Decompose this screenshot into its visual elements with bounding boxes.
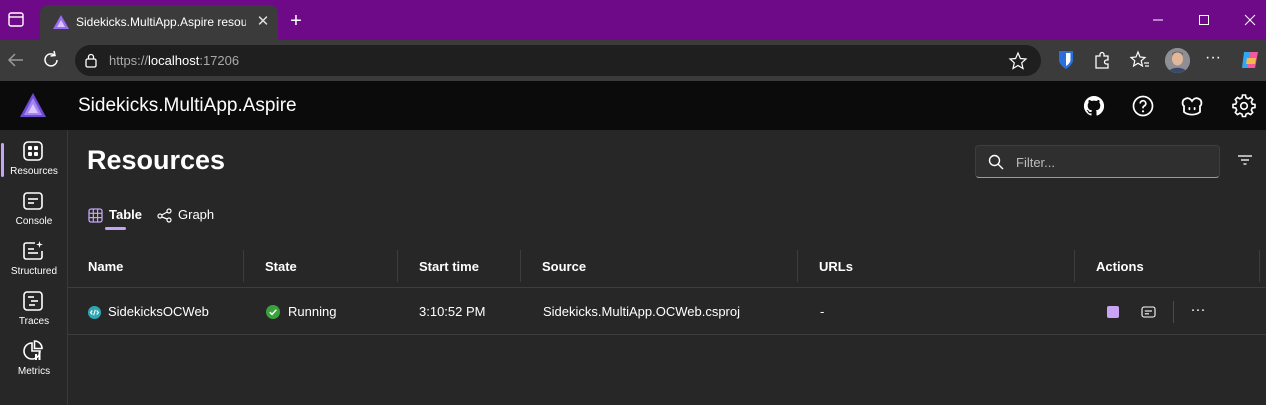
tab-graph[interactable]: Graph bbox=[157, 205, 221, 231]
aspire-favicon-icon bbox=[53, 15, 69, 29]
profile-photo-icon bbox=[1165, 48, 1190, 73]
column-resize-handle[interactable] bbox=[520, 250, 521, 282]
column-header-state[interactable]: State bbox=[265, 250, 297, 282]
tab-title: Sidekicks.MultiApp.Aspire resources bbox=[76, 15, 246, 29]
active-tab-indicator bbox=[105, 227, 126, 230]
project-resource-icon bbox=[88, 306, 101, 319]
minimize-icon[interactable] bbox=[1146, 8, 1170, 32]
table-row[interactable]: SidekicksOCWeb Running 3:10:52 PM Sideki… bbox=[68, 289, 1266, 335]
tab-table-label: Table bbox=[109, 207, 142, 222]
copilot-icon[interactable] bbox=[1238, 48, 1262, 72]
column-resize-handle[interactable] bbox=[243, 250, 244, 282]
nav-label-structured: Structured bbox=[10, 266, 58, 277]
nav-item-resources[interactable]: Resources bbox=[0, 135, 68, 185]
url-host: localhost bbox=[148, 53, 200, 68]
column-resize-handle[interactable] bbox=[797, 250, 798, 282]
browser-toolbar: https://localhost:17206 ··· bbox=[0, 40, 1266, 81]
graph-icon bbox=[157, 208, 172, 223]
column-resize-handle[interactable] bbox=[1259, 250, 1260, 282]
address-bar[interactable]: https://localhost:17206 bbox=[75, 45, 1041, 76]
github-copilot-icon[interactable] bbox=[1180, 94, 1204, 118]
column-header-actions: Actions bbox=[1096, 259, 1144, 274]
github-icon[interactable] bbox=[1082, 94, 1106, 118]
nav-item-console[interactable]: Console bbox=[0, 185, 68, 235]
column-resize-handle[interactable] bbox=[397, 250, 398, 282]
reload-icon[interactable] bbox=[40, 49, 62, 71]
resource-name[interactable]: SidekicksOCWeb bbox=[108, 304, 209, 319]
tab-graph-label: Graph bbox=[178, 207, 215, 222]
grid-header: Name State Start time Source URLs Action… bbox=[68, 250, 1266, 288]
browser-menu-button[interactable]: ··· bbox=[1201, 48, 1225, 72]
stop-resource-button[interactable] bbox=[1107, 306, 1119, 318]
column-header-source[interactable]: Source bbox=[542, 250, 586, 282]
metrics-icon bbox=[23, 340, 43, 360]
profile-avatar[interactable] bbox=[1165, 48, 1190, 73]
actions-divider bbox=[1173, 301, 1174, 323]
browser-tab-strip: Sidekicks.MultiApp.Aspire resources ✕ + bbox=[0, 0, 1266, 40]
url-text[interactable]: https://localhost:17206 bbox=[109, 53, 239, 68]
resource-source: Sidekicks.MultiApp.OCWeb.csproj bbox=[543, 304, 740, 319]
column-header-name[interactable]: Name bbox=[88, 250, 123, 282]
left-nav: Resources Console Structured Traces Metr… bbox=[0, 130, 68, 405]
url-scheme: https:// bbox=[109, 53, 149, 68]
resource-start-time: 3:10:52 PM bbox=[419, 304, 486, 319]
back-arrow-icon[interactable] bbox=[5, 49, 27, 71]
aspire-logo-icon[interactable] bbox=[20, 93, 46, 117]
resources-icon bbox=[23, 141, 43, 161]
resource-state: Running bbox=[288, 304, 337, 319]
tab-close-icon[interactable]: ✕ bbox=[254, 13, 272, 31]
console-logs-icon[interactable] bbox=[1141, 305, 1156, 319]
close-window-icon[interactable] bbox=[1238, 8, 1262, 32]
nav-item-metrics[interactable]: Metrics bbox=[0, 335, 68, 385]
filter-box[interactable] bbox=[975, 145, 1220, 178]
column-header-start-time[interactable]: Start time bbox=[419, 250, 479, 282]
console-icon bbox=[23, 192, 43, 210]
traces-icon bbox=[23, 291, 43, 311]
browser-tab[interactable]: Sidekicks.MultiApp.Aspire resources ✕ bbox=[40, 5, 278, 40]
filter-options-icon[interactable] bbox=[1236, 152, 1254, 168]
nav-label-traces: Traces bbox=[18, 316, 50, 327]
resource-urls: - bbox=[820, 304, 825, 319]
extensions-icon[interactable] bbox=[1090, 48, 1114, 72]
help-icon[interactable] bbox=[1131, 94, 1155, 118]
more-actions-button[interactable]: ··· bbox=[1187, 301, 1209, 321]
app-title: Sidekicks.MultiApp.Aspire bbox=[78, 95, 297, 116]
app-header: Sidekicks.MultiApp.Aspire bbox=[0, 81, 1266, 130]
window-menu-icon[interactable] bbox=[8, 12, 24, 27]
favorites-icon[interactable] bbox=[1128, 48, 1152, 72]
nav-label-metrics: Metrics bbox=[17, 366, 51, 377]
page-title: Resources bbox=[87, 145, 226, 175]
settings-gear-icon[interactable] bbox=[1232, 94, 1256, 118]
column-resize-handle[interactable] bbox=[1074, 250, 1075, 282]
bitwarden-extension-icon[interactable] bbox=[1054, 48, 1078, 72]
structured-icon bbox=[23, 241, 43, 260]
nav-label-console: Console bbox=[15, 216, 53, 227]
filter-input[interactable] bbox=[1016, 152, 1211, 172]
nav-label-resources: Resources bbox=[10, 166, 58, 177]
column-header-urls[interactable]: URLs bbox=[819, 250, 853, 282]
maximize-icon[interactable] bbox=[1192, 8, 1216, 32]
favorite-star-icon[interactable] bbox=[1008, 51, 1028, 71]
url-port: :17206 bbox=[199, 53, 240, 68]
nav-item-traces[interactable]: Traces bbox=[0, 285, 68, 335]
lock-icon[interactable] bbox=[84, 53, 98, 68]
nav-item-structured[interactable]: Structured bbox=[0, 235, 68, 285]
table-icon bbox=[88, 208, 103, 223]
new-tab-button[interactable]: + bbox=[285, 10, 307, 32]
search-icon bbox=[988, 154, 1004, 170]
running-check-icon bbox=[266, 305, 280, 319]
